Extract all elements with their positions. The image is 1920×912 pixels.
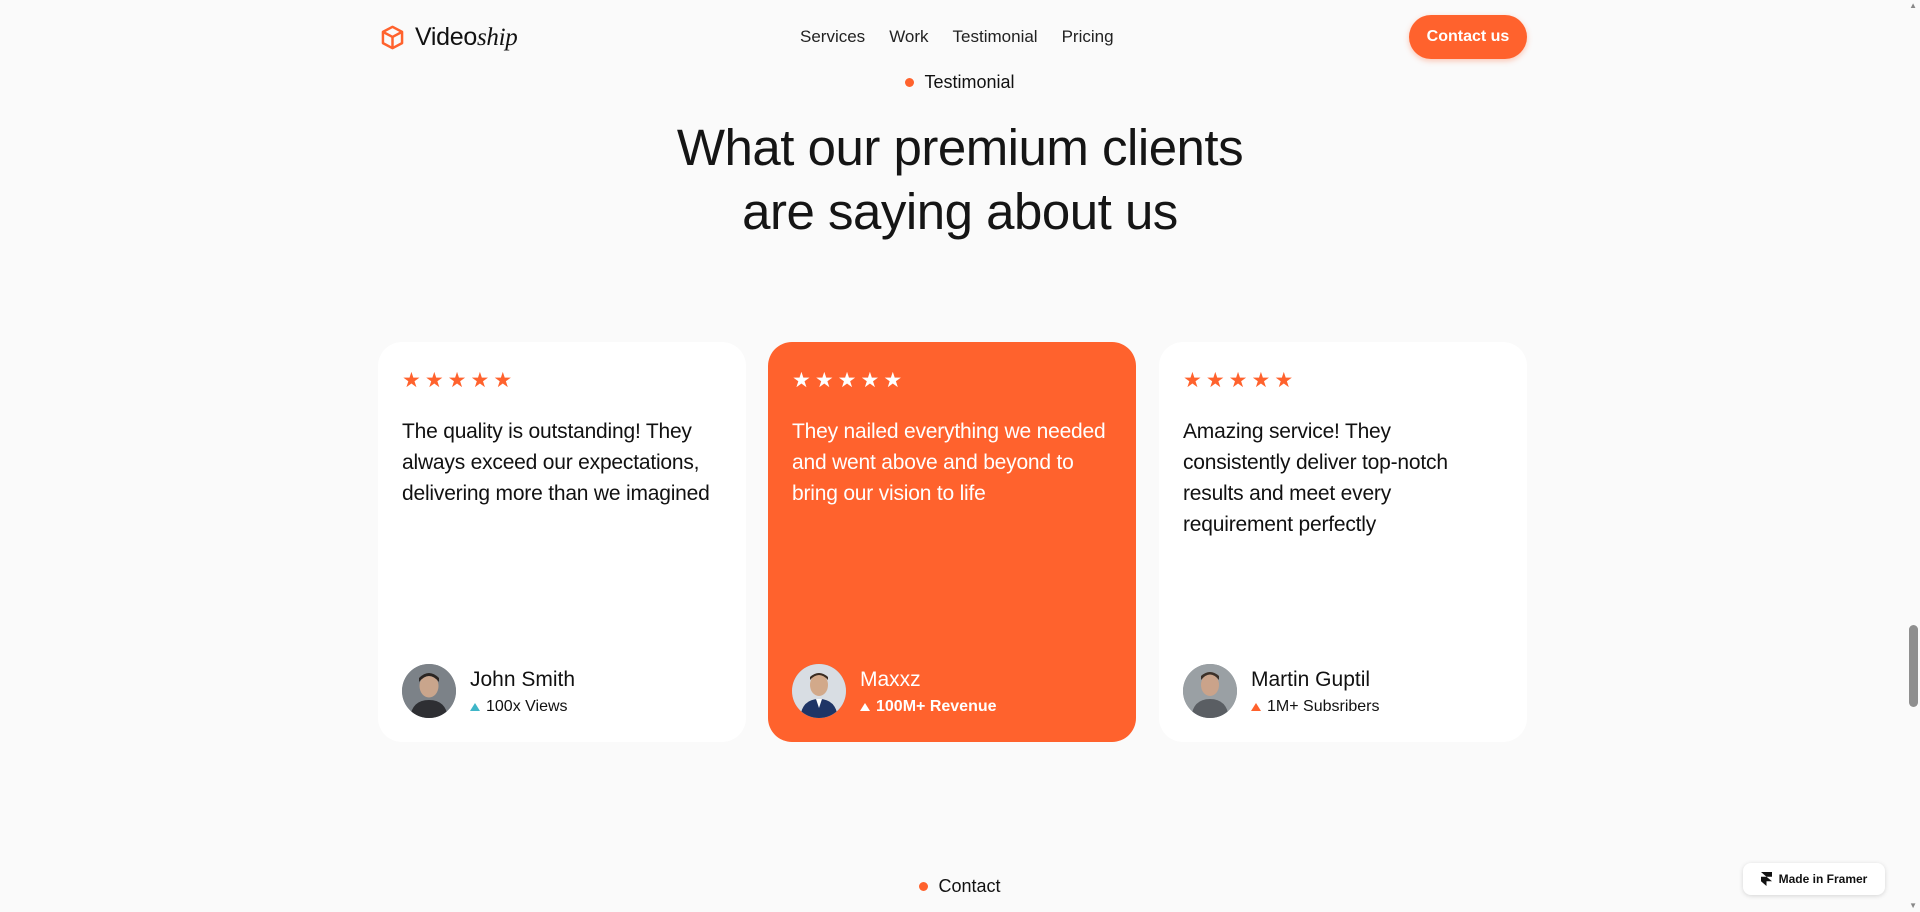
made-in-framer-badge[interactable]: Made in Framer xyxy=(1743,863,1885,895)
author-name: John Smith xyxy=(470,667,576,691)
avatar xyxy=(792,664,846,718)
triangle-up-icon xyxy=(860,702,870,711)
avatar xyxy=(402,664,456,718)
star-icon: ★ xyxy=(1251,369,1271,392)
triangle-up-icon xyxy=(1251,702,1261,711)
author-info: Maxxz 100M+ Revenue xyxy=(860,667,997,716)
author-name: Martin Guptil xyxy=(1251,667,1371,691)
section-tag-testimonial: Testimonial xyxy=(0,72,1920,93)
star-rating: ★ ★ ★ ★ ★ xyxy=(402,370,722,392)
author-metric: 100M+ Revenue xyxy=(860,698,997,716)
bullet-dot-icon xyxy=(905,78,915,87)
author-info: Martin Guptil 1M+ Subsribers xyxy=(1251,667,1380,716)
author-metric: 1M+ Subsribers xyxy=(1251,698,1380,716)
testimonial-quote: Amazing service! They consistently deliv… xyxy=(1183,420,1448,536)
star-icon: ★ xyxy=(402,369,421,392)
nav-work[interactable]: Work xyxy=(889,26,928,48)
avatar-portrait-icon xyxy=(402,664,456,718)
metric-text: 100M+ Revenue xyxy=(876,697,997,715)
star-icon: ★ xyxy=(1183,369,1202,392)
headline-line-1: What our premium clients xyxy=(676,119,1244,176)
avatar-portrait-icon xyxy=(1183,664,1237,718)
avatar xyxy=(1183,664,1237,718)
star-icon: ★ xyxy=(792,369,811,392)
bullet-dot-icon xyxy=(919,882,929,891)
metric-text: 1M+ Subsribers xyxy=(1267,697,1380,715)
star-icon: ★ xyxy=(837,369,857,392)
section-headline: What our premium clients are saying abou… xyxy=(0,116,1920,244)
logo[interactable]: Videoship xyxy=(379,21,518,53)
testimonial-author: John Smith 100x Views xyxy=(402,664,575,718)
metric-text: 100x Views xyxy=(486,697,568,715)
scrollbar[interactable]: ▲ ▼ xyxy=(1906,0,1920,912)
star-rating: ★ ★ ★ ★ ★ xyxy=(792,370,1112,392)
star-icon: ★ xyxy=(447,369,467,392)
scrollbar-thumb[interactable] xyxy=(1909,625,1918,707)
scroll-up-arrow-icon[interactable]: ▲ xyxy=(1909,2,1917,10)
nav-testimonial[interactable]: Testimonial xyxy=(953,26,1038,48)
nav-pricing[interactable]: Pricing xyxy=(1062,26,1114,48)
star-icon: ★ xyxy=(860,369,880,392)
author-name: Maxxz xyxy=(860,667,921,691)
testimonial-author: Martin Guptil 1M+ Subsribers xyxy=(1183,664,1380,718)
section-tag-label: Contact xyxy=(938,876,1001,896)
main-nav: Services Work Testimonial Pricing xyxy=(800,26,1114,48)
star-icon: ★ xyxy=(1228,369,1248,392)
cube-icon xyxy=(381,25,404,49)
framer-icon xyxy=(1760,872,1772,886)
avatar-portrait-icon xyxy=(792,664,846,718)
star-icon: ★ xyxy=(470,369,490,392)
testimonial-card: ★ ★ ★ ★ ★ Amazing service! They consiste… xyxy=(1159,342,1527,742)
contact-us-button[interactable]: Contact us xyxy=(1409,15,1527,59)
logo-text: Videoship xyxy=(415,22,518,52)
testimonial-author: Maxxz 100M+ Revenue xyxy=(792,664,997,718)
testimonial-card-featured: ★ ★ ★ ★ ★ They nailed everything we need… xyxy=(768,342,1136,742)
nav-services[interactable]: Services xyxy=(800,26,865,48)
star-icon: ★ xyxy=(814,369,834,392)
section-tag-contact: Contact xyxy=(0,876,1920,897)
headline-line-2: are saying about us xyxy=(742,183,1178,240)
site-header: Videoship Services Work Testimonial Pric… xyxy=(0,0,1920,74)
testimonial-quote: They nailed everything we needed and wen… xyxy=(792,420,1106,505)
star-icon: ★ xyxy=(493,369,513,392)
page: Videoship Services Work Testimonial Pric… xyxy=(0,0,1920,912)
testimonial-card: ★ ★ ★ ★ ★ The quality is outstanding! Th… xyxy=(378,342,746,742)
logo-prefix: Video xyxy=(415,22,477,51)
logo-suffix: ship xyxy=(477,23,518,51)
author-info: John Smith 100x Views xyxy=(470,667,575,716)
scroll-down-arrow-icon[interactable]: ▼ xyxy=(1909,902,1917,910)
star-icon: ★ xyxy=(883,369,903,392)
star-icon: ★ xyxy=(1205,369,1225,392)
testimonial-quote: The quality is outstanding! They always … xyxy=(402,420,710,505)
badge-label: Made in Framer xyxy=(1778,872,1868,886)
star-icon: ★ xyxy=(1274,369,1294,392)
author-metric: 100x Views xyxy=(470,698,575,716)
star-icon: ★ xyxy=(424,369,444,392)
section-tag-label: Testimonial xyxy=(924,72,1015,92)
star-rating: ★ ★ ★ ★ ★ xyxy=(1183,370,1503,392)
triangle-up-icon xyxy=(470,702,480,711)
